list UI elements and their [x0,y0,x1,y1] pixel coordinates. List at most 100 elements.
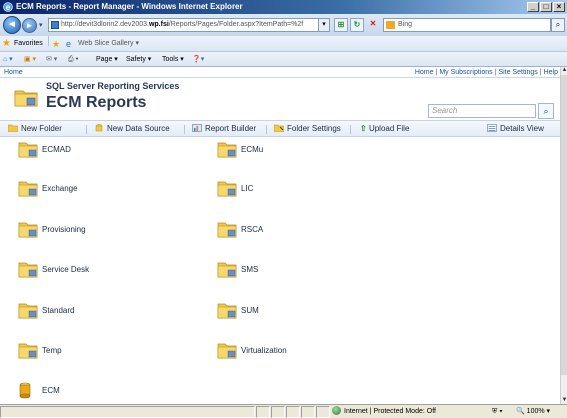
new-data-source-label: New Data Source [107,124,170,133]
command-bar: ⌂ ▾ ▣ ▾ ✉ ▾ ⎙ ▾ Page ▾ Safety ▾ Tools ▾ … [0,52,567,67]
status-pane [271,406,285,418]
folder-label: LIC [241,184,254,193]
compatibility-view-icon[interactable]: ⊞ [334,18,348,32]
search-icon[interactable]: ⌕ [551,18,565,32]
print-icon[interactable]: ⎙ ▾ [68,52,79,67]
recent-pages-dropdown[interactable]: ▾ [39,21,43,29]
upload-arrow-icon: ⇧ [360,124,369,133]
home-icon[interactable]: ⌂ ▾ [3,52,13,67]
folder-icon [217,181,237,197]
web-slice-gallery-link[interactable]: Web Slice Gallery ▾ [78,36,139,52]
refresh-icon[interactable]: ↻ [350,18,364,32]
address-toolbar: ◄ ► ▾ http://devit3dlorin2.dev2003.wp.fs… [0,14,567,36]
folder-label: ECMu [241,145,264,154]
favorites-button[interactable]: Favorites [14,36,43,52]
new-data-source-button[interactable]: New Data Source [94,121,170,137]
upload-file-button[interactable]: ⇧ Upload File [360,121,409,137]
details-view-label: Details View [500,124,544,133]
minimize-button[interactable]: _ [527,2,539,12]
folder-icon [217,222,237,238]
safety-menu[interactable]: Safety ▾ [126,52,151,67]
url-host: wp.fsi [148,21,169,28]
search-input[interactable]: Bing [383,18,551,32]
folder-icon [18,142,38,158]
folder-label: Provisioning [42,225,86,234]
global-links: Home | My Subscriptions | Site Settings | Help [414,69,558,76]
data-source-label: ECM [42,386,60,395]
divider [184,125,185,134]
maximize-button[interactable]: □ [540,2,552,12]
new-folder-label: New Folder [21,124,62,133]
vertical-scrollbar[interactable]: ▲ ▼ [560,67,567,404]
back-button[interactable]: ◄ [3,16,21,34]
folder-settings-label: Folder Settings [287,124,341,133]
home-link[interactable]: Home [415,69,434,76]
scroll-down-arrow-icon[interactable]: ▼ [561,397,567,404]
top-strip: Home Home | My Subscriptions | Site Settings… [0,67,560,78]
folder-icon [18,222,38,238]
help-icon[interactable]: ❓▾ [192,52,204,67]
read-mail-icon[interactable]: ✉ ▾ [46,52,57,67]
page-content: Home Home | My Subscriptions | Site Settings… [0,67,560,404]
protected-mode-icon[interactable]: ⛨ ▾ [492,405,503,418]
upload-file-label: Upload File [368,124,410,133]
help-link[interactable]: Help [544,69,558,76]
address-input[interactable]: http://devit3dlorin2.dev2003.wp.fsi/Repo… [48,18,320,32]
folder-icon [18,181,38,197]
new-folder-button[interactable]: New Folder [8,121,62,137]
tools-menu[interactable]: Tools ▾ [162,52,184,67]
folder-settings-icon [274,124,284,132]
folder-icon [217,303,237,319]
bing-logo-icon [386,21,395,29]
folder-label: Exchange [42,184,78,193]
svg-text:e: e [6,3,11,12]
details-view-icon [487,124,497,132]
report-builder-label: Report Builder [205,124,257,133]
feeds-icon[interactable]: ▣ ▾ [24,52,36,67]
folder-icon [217,142,237,158]
internet-zone-icon [332,406,341,415]
zoom-control[interactable]: 🔍 100% ▾ [516,405,550,418]
folder-label: SUM [241,306,259,315]
status-pane [286,406,300,418]
forward-button[interactable]: ► [22,18,37,33]
search-placeholder: Bing [398,21,413,28]
report-builder-icon [192,124,202,132]
url-prefix: http://devit3dlorin2.dev2003. [61,21,149,28]
folder-label: Temp [42,346,62,355]
status-bar: Internet | Protected Mode: Off ⛨ ▾ 🔍 100… [0,404,567,418]
divider [266,125,267,134]
folder-icon [217,343,237,359]
status-pane [256,406,270,418]
favorites-star-icon[interactable]: ★ [2,36,11,52]
window-title-bar: e ECM Reports - Report Manager - Windows… [0,0,567,14]
report-toolbar: New Folder New Data Source Report Builde… [0,120,560,137]
folder-label: Virtualization [241,346,287,355]
breadcrumb-home-link[interactable]: Home [4,67,23,78]
folder-label: ECMAD [42,145,71,154]
security-zone[interactable]: Internet | Protected Mode: Off [332,405,436,418]
folder-icon [14,90,38,107]
address-dropdown-button[interactable]: ▾ [318,18,330,32]
product-subtitle: SQL Server Reporting Services [46,81,180,91]
folder-label: RSCA [241,225,264,234]
add-favorite-icon[interactable]: ★ [52,36,60,52]
details-view-button[interactable]: Details View [487,121,544,137]
report-search-input[interactable]: Search [428,104,536,118]
window-controls: _ □ × [527,2,565,12]
folder-icon [18,343,38,359]
folder-settings-button[interactable]: Folder Settings [274,121,341,137]
close-button[interactable]: × [553,2,565,12]
report-builder-button[interactable]: Report Builder [192,121,256,137]
scroll-thumb[interactable] [561,75,567,375]
site-settings-link[interactable]: Site Settings [498,69,537,76]
page-menu[interactable]: Page ▾ [96,52,118,67]
scroll-up-arrow-icon[interactable]: ▲ [561,67,567,74]
search-icon[interactable]: ⌕ [538,103,554,119]
zoom-level: 100% [526,408,545,415]
folder-label: SMS [241,265,259,274]
my-subscriptions-link[interactable]: My Subscriptions [439,69,492,76]
stop-icon[interactable]: ✕ [366,18,380,32]
folder-label: Service Desk [42,265,90,274]
divider [86,125,87,134]
